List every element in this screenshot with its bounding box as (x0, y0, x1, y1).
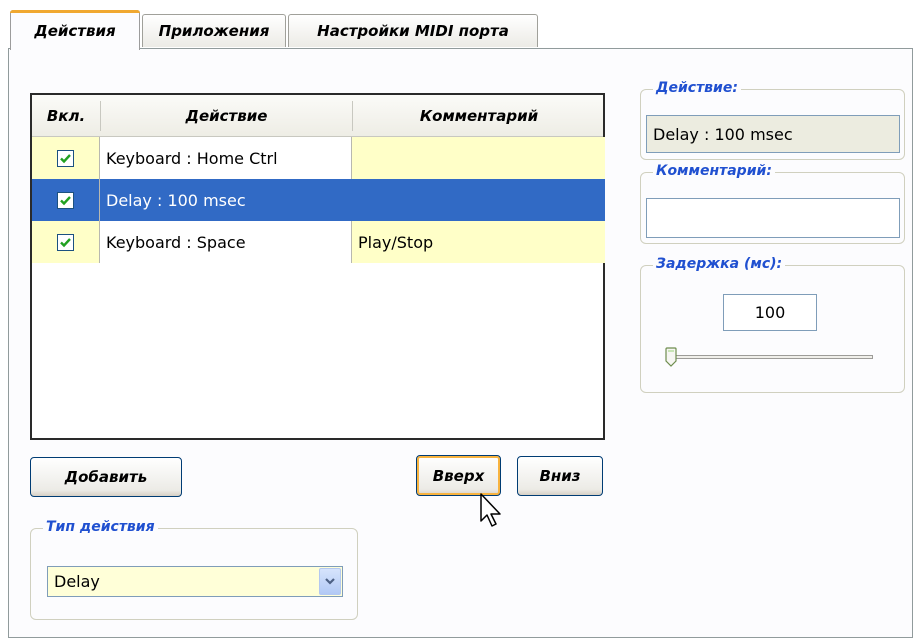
comment-text: Play/Stop (358, 232, 434, 252)
action-text: Delay : 100 msec (106, 190, 246, 210)
action-type-group: Тип действия Delay (30, 519, 358, 620)
delay-input[interactable]: 100 (723, 294, 817, 331)
enabled-checkbox[interactable] (57, 149, 74, 167)
delay-group: Задержка (мс): 100 (640, 256, 905, 393)
tab-applications[interactable]: Приложения (142, 14, 286, 47)
tab-midi-port-settings[interactable]: Настройки MIDI порта (288, 14, 538, 47)
table-header: Вкл. Действие Комментарий (32, 95, 603, 137)
column-header-enabled-label: Вкл. (46, 106, 86, 125)
action-text: Keyboard : Home Ctrl (106, 148, 278, 168)
table-row[interactable]: Keyboard : Space Play/Stop (32, 221, 605, 263)
comment-cell[interactable] (352, 179, 605, 221)
action-details-group: Действие: Delay : 100 msec (640, 80, 905, 160)
column-header-enabled[interactable]: Вкл. (32, 95, 100, 136)
tab-applications-label: Приложения (158, 22, 270, 40)
dropdown-button[interactable] (319, 568, 341, 595)
action-cell[interactable]: Delay : 100 msec (100, 179, 352, 221)
column-header-action-label: Действие (185, 106, 268, 125)
tab-actions[interactable]: Действия (10, 10, 140, 50)
enabled-cell[interactable] (32, 179, 100, 221)
column-header-comment[interactable]: Комментарий (353, 95, 605, 136)
add-button[interactable]: Добавить (30, 457, 182, 497)
comment-cell[interactable]: Play/Stop (352, 221, 605, 263)
delay-legend: Задержка (мс): (653, 256, 786, 272)
action-type-selected: Delay (54, 572, 100, 591)
enabled-cell[interactable] (32, 137, 100, 179)
action-type-select[interactable]: Delay (47, 566, 343, 597)
delay-slider-thumb[interactable] (665, 347, 677, 367)
check-icon (60, 153, 71, 163)
delay-input-value: 100 (754, 303, 786, 322)
tab-midi-port-settings-label: Настройки MIDI порта (317, 22, 509, 40)
column-header-comment-label: Комментарий (419, 106, 539, 125)
action-text: Keyboard : Space (106, 232, 246, 252)
enabled-checkbox[interactable] (57, 233, 74, 251)
enabled-cell[interactable] (32, 221, 100, 263)
add-button-label: Добавить (64, 468, 148, 486)
check-icon (60, 195, 71, 205)
tab-actions-label: Действия (34, 21, 116, 40)
table-row-selected[interactable]: Delay : 100 msec (32, 179, 605, 221)
table-row[interactable]: Keyboard : Home Ctrl (32, 137, 605, 179)
move-up-button-label: Вверх (432, 466, 485, 485)
action-legend: Действие: (653, 80, 741, 96)
comment-group: Комментарий: (640, 163, 905, 244)
action-cell[interactable]: Keyboard : Home Ctrl (100, 137, 352, 179)
action-field: Delay : 100 msec (646, 115, 900, 153)
move-up-button[interactable]: Вверх (416, 455, 501, 496)
delay-slider-track[interactable] (667, 355, 873, 359)
action-field-value: Delay : 100 msec (653, 124, 793, 144)
comment-cell[interactable] (352, 137, 605, 179)
enabled-checkbox[interactable] (57, 191, 74, 209)
chevron-down-icon (325, 578, 335, 585)
move-down-button[interactable]: Вниз (517, 456, 603, 496)
mouse-cursor-icon (480, 493, 501, 527)
comment-legend: Комментарий: (653, 163, 775, 179)
action-type-legend: Тип действия (43, 519, 158, 535)
check-icon (60, 237, 71, 247)
action-cell[interactable]: Keyboard : Space (100, 221, 352, 263)
actions-table[interactable]: Вкл. Действие Комментарий Keyboard : Hom… (30, 93, 605, 440)
move-down-button-label: Вниз (539, 467, 581, 485)
column-header-action[interactable]: Действие (101, 95, 352, 136)
comment-input[interactable] (646, 198, 900, 238)
